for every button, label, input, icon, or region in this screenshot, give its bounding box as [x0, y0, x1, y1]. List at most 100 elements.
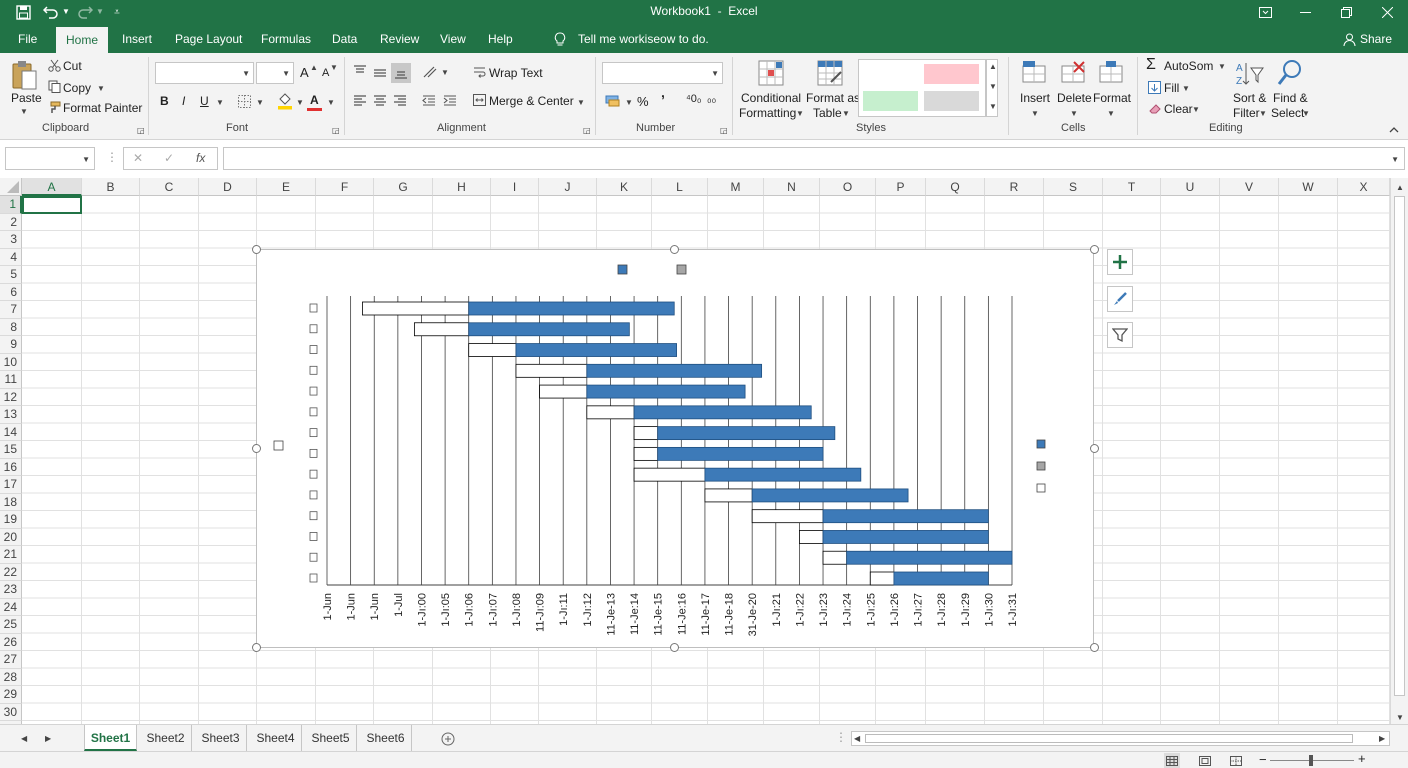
align-center-icon[interactable] [372, 93, 388, 109]
paste-icon[interactable] [9, 58, 39, 94]
fill-button[interactable]: Fill [1164, 81, 1179, 95]
row-header-28[interactable]: 28 [0, 668, 22, 686]
delete-cells-button[interactable]: Delete [1057, 91, 1092, 105]
new-sheet-icon[interactable] [440, 731, 455, 746]
column-header-c[interactable]: C [140, 178, 199, 196]
zoom-out-button[interactable]: − [1259, 752, 1267, 767]
undo-icon[interactable] [42, 3, 60, 21]
number-format-combo[interactable]: ▼ [602, 62, 723, 84]
column-header-u[interactable]: U [1161, 178, 1220, 196]
active-cell-a1[interactable] [22, 196, 82, 214]
column-header-p[interactable]: P [876, 178, 926, 196]
close-icon[interactable] [1378, 3, 1396, 21]
column-header-n[interactable]: N [764, 178, 820, 196]
page-break-view-icon[interactable] [1228, 753, 1244, 768]
align-right-icon[interactable] [392, 93, 408, 109]
sort-dropdown-icon[interactable]: ▼ [1259, 109, 1267, 118]
scroll-up-arrow-icon[interactable]: ▲ [1396, 183, 1404, 192]
merge-dropdown-icon[interactable]: ▼ [577, 98, 585, 107]
format-dropdown-icon[interactable]: ▼ [1107, 109, 1115, 118]
font-color-dropdown-icon[interactable]: ▼ [327, 98, 335, 107]
merge-center-button[interactable]: Merge & Center [489, 94, 574, 108]
conditional-formatting-line2[interactable]: Formatting [739, 106, 796, 120]
customize-toolbar-icon[interactable]: ⩡ [111, 4, 123, 20]
row-header-14[interactable]: 14 [0, 423, 22, 441]
clear-button[interactable]: Clear [1164, 102, 1193, 116]
tab-data[interactable]: Data [323, 25, 366, 53]
autosum-button[interactable]: AutoSom [1164, 59, 1213, 73]
row-header-1[interactable]: 1 [0, 196, 22, 214]
styles-gallery-scroll[interactable]: ▲ ▼ ▼ [986, 59, 998, 117]
shrink-font-button[interactable]: A [322, 67, 329, 79]
align-middle-icon[interactable] [372, 65, 388, 81]
row-header-23[interactable]: 23 [0, 581, 22, 599]
sort-filter-button[interactable]: Sort & [1233, 91, 1266, 105]
font-color-button[interactable]: A [310, 93, 319, 107]
resize-handle-tc[interactable] [670, 245, 679, 254]
decrease-decimal-button[interactable]: ₀₀ [707, 93, 716, 105]
percent-button[interactable]: % [637, 94, 649, 109]
fill-color-dropdown-icon[interactable]: ▼ [296, 98, 304, 107]
copy-button[interactable]: Copy [63, 81, 91, 95]
gallery-more-icon[interactable]: ▼ [989, 102, 997, 111]
vertical-scroll-thumb[interactable] [1394, 196, 1405, 696]
row-header-15[interactable]: 15 [0, 441, 22, 459]
format-as-table-button[interactable]: Format as [806, 91, 860, 105]
row-header-24[interactable]: 24 [0, 598, 22, 616]
resize-handle-tl[interactable] [252, 245, 261, 254]
row-header-21[interactable]: 21 [0, 546, 22, 564]
sheet-tab-sheet5[interactable]: Sheet5 [305, 725, 357, 751]
sheet-tab-sheet2[interactable]: Sheet2 [140, 725, 192, 751]
row-header-12[interactable]: 12 [0, 388, 22, 406]
horizontal-scrollbar[interactable]: ◀ ▶ [851, 731, 1390, 746]
resize-handle-tr[interactable] [1090, 245, 1099, 254]
underline-dropdown-icon[interactable]: ▼ [216, 98, 224, 107]
column-header-b[interactable]: B [82, 178, 140, 196]
align-bottom-icon[interactable] [391, 63, 411, 83]
restore-icon[interactable] [1337, 3, 1355, 21]
find-select-line2[interactable]: Select [1271, 106, 1304, 120]
prev-sheet-icon[interactable]: ◀ [21, 734, 27, 743]
font-launcher-icon[interactable]: ◲ [332, 126, 340, 135]
align-top-icon[interactable] [352, 63, 368, 79]
align-left-icon[interactable] [352, 93, 368, 109]
row-header-8[interactable]: 8 [0, 318, 22, 336]
insert-cells-button[interactable]: Insert [1020, 91, 1050, 105]
row-header-7[interactable]: 7 [0, 301, 22, 319]
tab-formulas[interactable]: Formulas [252, 25, 320, 53]
expand-formula-bar-icon[interactable]: ▼ [1391, 155, 1399, 164]
row-header-4[interactable]: 4 [0, 248, 22, 266]
row-header-27[interactable]: 27 [0, 651, 22, 669]
fill-dropdown-icon[interactable]: ▼ [1182, 84, 1190, 93]
paste-dropdown-icon[interactable]: ▼ [20, 107, 28, 116]
tab-help[interactable]: Help [479, 25, 522, 53]
column-header-a[interactable]: A [22, 178, 82, 196]
column-header-o[interactable]: O [820, 178, 876, 196]
save-icon[interactable] [14, 3, 32, 21]
tab-page-layout[interactable]: Page Layout [166, 25, 251, 53]
column-header-q[interactable]: Q [926, 178, 985, 196]
row-header-3[interactable]: 3 [0, 231, 22, 249]
font-size-combo[interactable]: ▼ [256, 62, 294, 84]
sheet-tab-sheet6[interactable]: Sheet6 [360, 725, 412, 751]
chart-elements-button[interactable] [1107, 249, 1133, 275]
next-sheet-icon[interactable]: ▶ [45, 734, 51, 743]
normal-view-icon[interactable] [1164, 753, 1180, 768]
scroll-left-arrow-icon[interactable]: ◀ [854, 734, 860, 743]
column-header-x[interactable]: X [1338, 178, 1390, 196]
increase-decimal-button[interactable]: ⁴0₀ [686, 93, 701, 105]
increase-indent-icon[interactable] [442, 93, 458, 109]
format-table-dropdown-icon[interactable]: ▼ [842, 109, 850, 118]
column-header-f[interactable]: F [316, 178, 374, 196]
delete-dropdown-icon[interactable]: ▼ [1070, 109, 1078, 118]
borders-dropdown-icon[interactable]: ▼ [256, 98, 264, 107]
row-header-19[interactable]: 19 [0, 511, 22, 529]
zoom-in-button[interactable]: + [1358, 751, 1366, 766]
column-header-i[interactable]: I [491, 178, 539, 196]
grow-font-button[interactable]: A [300, 65, 309, 80]
row-header-26[interactable]: 26 [0, 633, 22, 651]
style-bad-swatch[interactable] [924, 64, 979, 84]
row-header-2[interactable]: 2 [0, 213, 22, 231]
number-launcher-icon[interactable]: ◲ [720, 126, 728, 135]
select-all-corner[interactable] [0, 178, 22, 196]
